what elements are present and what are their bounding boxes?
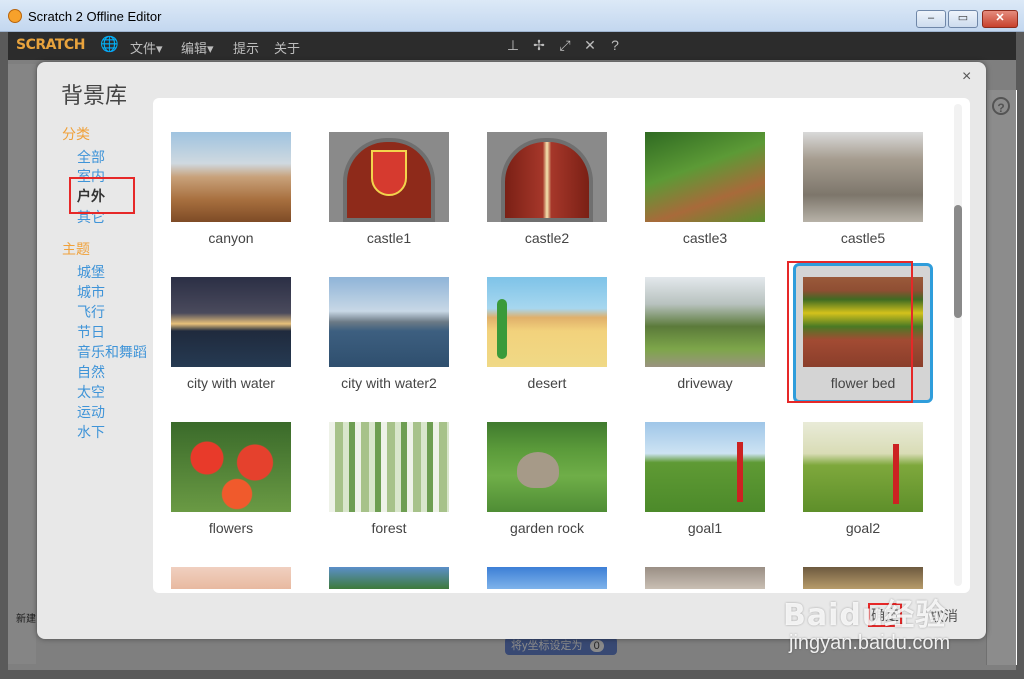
theme-sports[interactable]: 运动 — [77, 402, 105, 422]
backdrop-thumb-goal2[interactable] — [803, 422, 923, 512]
backdrop-thumb-castle2[interactable] — [487, 132, 607, 222]
highlight-box — [787, 261, 913, 403]
gallery-scrollbar-thumb[interactable] — [954, 205, 962, 318]
menu-edit[interactable]: 编辑▾ — [181, 38, 214, 57]
backdrop-thumb-goal1[interactable] — [645, 422, 765, 512]
window-titlebar: Scratch 2 Offline Editor – ▭ ✕ — [0, 0, 1024, 32]
backdrop-label-goal1: goal1 — [687, 520, 723, 536]
theme-music-dance[interactable]: 音乐和舞蹈 — [77, 342, 147, 362]
backdrop-thumb-castle1[interactable] — [329, 132, 449, 222]
close-window-button[interactable]: ✕ — [982, 10, 1018, 28]
backdrop-thumb-city-with-water2[interactable] — [329, 277, 449, 367]
cut-icon[interactable]: ✢ — [530, 37, 548, 54]
backdrop-label-castle5: castle5 — [840, 230, 886, 246]
backdrop-thumb-castle3[interactable] — [645, 132, 765, 222]
scratch-menubar: SCRATCH 🌐 文件▾ 编辑▾ 提示 关于 ⊥ ✢ ⤢ ✕ ? — [8, 32, 1016, 60]
theme-flying[interactable]: 飞行 — [77, 302, 105, 322]
theme-city[interactable]: 城市 — [77, 282, 105, 302]
backdrop-thumb-castle5[interactable] — [803, 132, 923, 222]
watermark-logo: Baidu经验 — [783, 598, 947, 633]
help-icon[interactable]: ? — [606, 37, 624, 53]
gallery-scrollbar-track[interactable] — [954, 104, 962, 586]
backdrop-thumb-partial[interactable] — [329, 567, 449, 589]
backdrop-label-city-with-water2: city with water2 — [341, 375, 437, 391]
backdrop-thumb-canyon[interactable] — [171, 132, 291, 222]
backdrop-thumb-forest[interactable] — [329, 422, 449, 512]
backdrop-label-driveway: driveway — [677, 375, 733, 391]
backdrop-label-flowers: flowers — [208, 520, 254, 536]
minimize-button[interactable]: – — [916, 10, 946, 28]
category-all[interactable]: 全部 — [77, 147, 105, 167]
backdrop-label-city-with-water: city with water — [187, 375, 275, 391]
backdrop-thumb-desert[interactable] — [487, 277, 607, 367]
grow-icon[interactable]: ⤢ — [556, 37, 574, 54]
backdrop-thumb-partial[interactable] — [487, 567, 607, 589]
maximize-button[interactable]: ▭ — [948, 10, 978, 28]
theme-castle[interactable]: 城堡 — [77, 262, 105, 282]
theme-nature[interactable]: 自然 — [77, 362, 105, 382]
menu-tips[interactable]: 提示 — [233, 38, 259, 57]
theme-holiday[interactable]: 节日 — [77, 322, 105, 342]
backdrop-label-goal2: goal2 — [845, 520, 881, 536]
watermark-url: jingyan.baidu.com — [789, 632, 951, 654]
menu-about[interactable]: 关于 — [274, 38, 300, 57]
backdrop-thumb-partial[interactable] — [803, 567, 923, 589]
backdrop-thumb-driveway[interactable] — [645, 277, 765, 367]
scratch-logo[interactable]: SCRATCH — [16, 37, 85, 53]
menu-file[interactable]: 文件▾ — [130, 38, 163, 57]
backdrop-thumb-flowers[interactable] — [171, 422, 291, 512]
backdrop-label-castle3: castle3 — [682, 230, 728, 246]
backdrop-label-garden-rock: garden rock — [510, 520, 584, 536]
backdrop-thumb-partial[interactable] — [645, 567, 765, 589]
backdrop-label-castle1: castle1 — [366, 230, 412, 246]
theme-space[interactable]: 太空 — [77, 382, 105, 402]
backdrop-label-canyon: canyon — [208, 230, 254, 246]
themes-header: 主题 — [62, 241, 90, 257]
backdrop-thumb-city-with-water[interactable] — [171, 277, 291, 367]
backdrop-thumb-partial[interactable] — [171, 567, 291, 589]
backdrop-label-castle2: castle2 — [524, 230, 570, 246]
highlight-box — [69, 177, 135, 214]
scratch-cat-icon — [8, 9, 22, 23]
window-title: Scratch 2 Offline Editor — [28, 9, 162, 24]
dialog-title: 背景库 — [61, 84, 128, 109]
globe-icon[interactable]: 🌐 — [100, 37, 119, 53]
categories-header: 分类 — [62, 126, 90, 142]
backdrop-thumb-garden-rock[interactable] — [487, 422, 607, 512]
backdrop-label-forest: forest — [371, 520, 407, 536]
shrink-icon[interactable]: ✕ — [581, 37, 599, 54]
backdrop-label-desert: desert — [527, 375, 567, 391]
stamp-icon[interactable]: ⊥ — [504, 37, 522, 54]
theme-underwater[interactable]: 水下 — [77, 422, 105, 442]
close-icon[interactable]: × — [962, 68, 971, 86]
